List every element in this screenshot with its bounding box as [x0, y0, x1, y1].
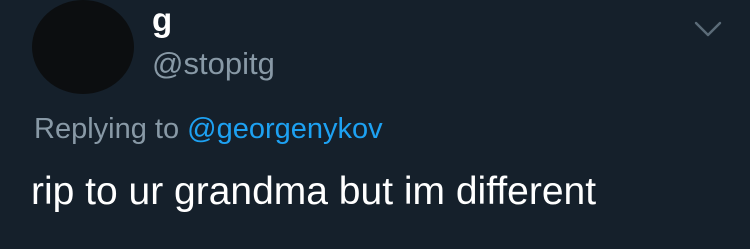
reply-mention-link[interactable]: @georgenykov: [187, 113, 383, 145]
replying-to-line: Replying to @georgenykov: [34, 111, 383, 147]
replying-to-label: Replying to: [34, 113, 180, 145]
avatar[interactable]: [32, 0, 134, 94]
chevron-down-icon[interactable]: [694, 20, 722, 38]
author-handle[interactable]: @stopitg: [152, 46, 275, 82]
tweet: g @stopitg Replying to @georgenykov rip …: [0, 0, 750, 249]
author-display-name[interactable]: g: [152, 2, 172, 38]
tweet-text: rip to ur grandma but im different: [31, 170, 597, 213]
